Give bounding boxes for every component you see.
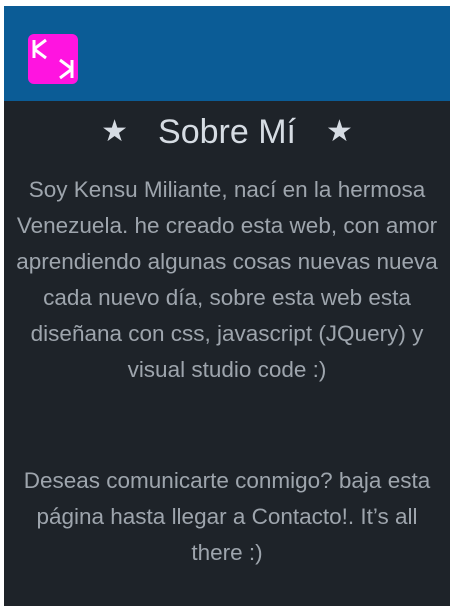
about-paragraph: Soy Kensu Miliante, nací en la hermosa V… (16, 177, 438, 382)
page-frame: ★ Sobre Mí ★ Soy Kensu Miliante, nací en… (4, 6, 450, 606)
top-header (4, 6, 450, 101)
star-icon: ★ (101, 114, 129, 149)
star-icon: ★ (325, 114, 353, 149)
kk-logo-icon[interactable] (28, 34, 78, 84)
section-title: ★ Sobre Mí ★ (4, 110, 450, 154)
contact-paragraph: Deseas comunicarte conmigo? baja esta pá… (23, 468, 431, 565)
page-title: Sobre Mí (158, 113, 296, 151)
